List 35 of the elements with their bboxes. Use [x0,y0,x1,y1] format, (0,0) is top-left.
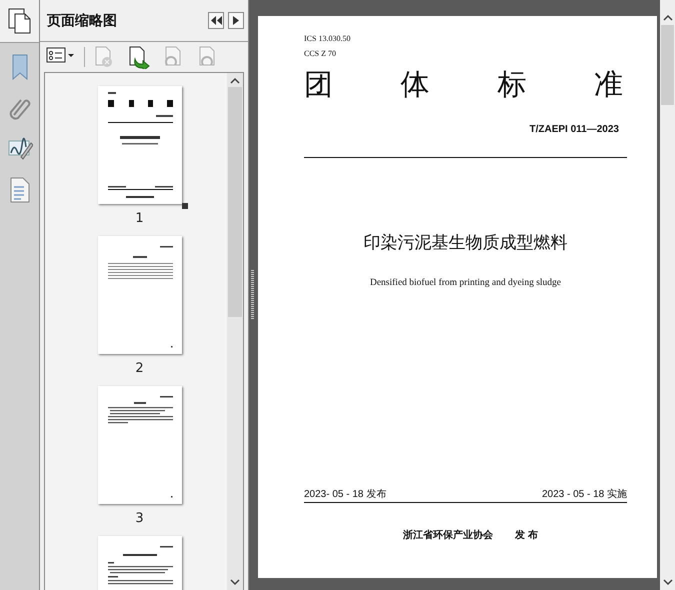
scroll-down-icon[interactable] [662,578,672,586]
publish-date: 2023- 05 - 18 发布 [304,488,386,502]
signature-icon[interactable] [6,137,32,161]
resize-handle[interactable] [182,203,188,209]
page-thumbnail[interactable] [98,86,182,204]
english-title: Densified biofuel from printing and dyeing sludge [370,278,562,288]
double-left-arrow-icon [210,16,222,25]
document-title: 印染污泥基生物质成型燃料 [364,233,568,253]
scrollbar-thumb[interactable] [228,87,242,317]
page-number: 1 [135,211,144,227]
standard-heading-char: 体 [400,67,430,101]
publish-label: 发 布 [515,529,538,543]
ccs-code: CCS Z 70 [304,49,338,59]
panel-title: 页面缩略图 [47,12,118,30]
page-number: 2 [135,361,144,377]
standard-heading-char: 团 [304,67,333,101]
page-thumbnail[interactable] [98,236,182,354]
effective-date: 2023 - 05 - 18 实施 [542,488,627,502]
page-number: 3 [135,511,144,527]
ics-code: ICS 13.030.50 [304,34,352,44]
pages-icon[interactable] [8,8,32,34]
scroll-down-icon[interactable] [230,578,240,586]
standard-heading-char: 标 [497,67,526,101]
splitter-handle[interactable] [251,270,254,320]
collapse-button[interactable] [208,12,224,29]
publisher-name: 浙江省环保产业协会 [403,529,494,543]
document-icon[interactable] [8,177,30,203]
standard-heading-char: 准 [594,67,623,101]
scrollbar-thumb[interactable] [661,25,674,105]
page-thumbnail[interactable] [98,386,182,504]
scroll-up-icon[interactable] [662,14,672,22]
expand-button[interactable] [228,12,244,29]
standard-number: T/ZAEPI 011—2023 [530,124,619,135]
right-arrow-icon [233,16,239,25]
scroll-up-icon[interactable] [230,77,240,85]
